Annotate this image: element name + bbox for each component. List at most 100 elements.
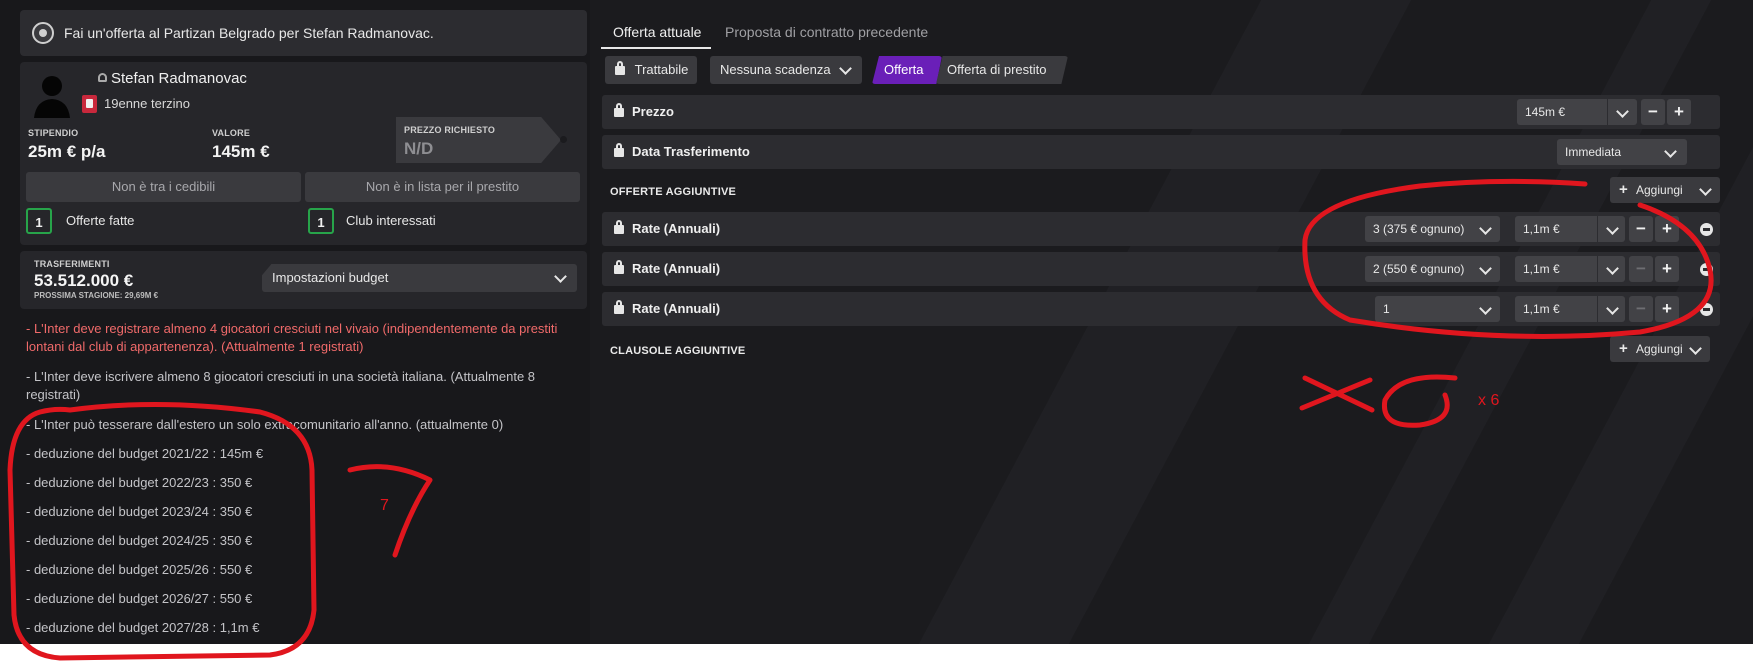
installment-amount-input[interactable]: 1,1m € xyxy=(1515,296,1625,322)
profile-icon xyxy=(98,73,107,82)
lock-icon xyxy=(614,300,624,314)
interested-count-badge: 1 xyxy=(308,208,334,234)
chevron-down-icon xyxy=(1689,342,1702,355)
installment-decrease-button[interactable]: − xyxy=(1629,256,1653,282)
club-crest-icon xyxy=(32,22,54,44)
installment-count-dropdown[interactable]: 3 (375 € ognuno) xyxy=(1365,216,1500,242)
installment-increase-button[interactable]: + xyxy=(1655,296,1679,322)
add-clause-button[interactable]: + Aggiungi xyxy=(1610,336,1710,362)
installment-amount-input[interactable]: 1,1m € xyxy=(1515,256,1625,282)
installment-label: Rate (Annuali) xyxy=(632,301,721,316)
asking-price-label: PREZZO RICHIESTO xyxy=(404,125,496,135)
tab-current-offer[interactable]: Offerta attuale xyxy=(613,24,701,40)
note-item: - deduzione del budget 2026/27 : 550 € xyxy=(26,591,253,606)
lock-icon xyxy=(614,143,624,157)
player-silhouette-icon xyxy=(34,76,70,118)
note-item: - deduzione del budget 2023/24 : 350 € xyxy=(26,504,253,519)
chevron-down-icon xyxy=(1664,145,1677,158)
budget-amount: 53.512.000 € xyxy=(34,271,134,290)
chevron-down-icon xyxy=(1606,302,1619,315)
installment-row: Rate (Annuali) 2 (550 € ognuno) 1,1m € −… xyxy=(602,252,1720,286)
loan-list-status[interactable]: Non è in lista per il prestito xyxy=(305,172,580,202)
transfer-date-label: Data Trasferimento xyxy=(632,144,750,159)
remove-installment-icon[interactable] xyxy=(1700,263,1713,276)
lock-icon xyxy=(615,61,625,75)
offers-label[interactable]: Offerte fatte xyxy=(66,213,134,228)
lock-icon xyxy=(614,103,624,117)
offer-type-loan[interactable]: Offerta di prestito xyxy=(936,56,1068,84)
budget-panel: TRASFERIMENTI 53.512.000 € PROSSIMA STAG… xyxy=(20,251,587,309)
transfer-list-status[interactable]: Non è tra i cedibili xyxy=(26,172,301,202)
chevron-down-icon xyxy=(554,270,567,283)
asking-price-box: PREZZO RICHIESTO N/D xyxy=(396,117,561,163)
chevron-down-icon xyxy=(1479,222,1492,235)
page-title: Fai un'offerta al Partizan Belgrado per … xyxy=(64,25,434,41)
transfer-date-row: Data Trasferimento Immediata xyxy=(602,135,1720,169)
offer-header: Fai un'offerta al Partizan Belgrado per … xyxy=(20,10,587,56)
nation-flag-icon xyxy=(82,95,97,113)
chevron-down-icon xyxy=(1699,183,1712,196)
deadline-dropdown[interactable]: Nessuna scadenza xyxy=(710,56,862,84)
note-item: - L'Inter può tesserare dall'estero un s… xyxy=(26,417,504,432)
chevron-down-icon xyxy=(1479,302,1492,315)
additional-offers-title: OFFERTE AGGIUNTIVE xyxy=(610,186,737,198)
note-item: - deduzione del budget 2022/23 : 350 € xyxy=(26,475,253,490)
chevron-down-icon xyxy=(1606,262,1619,275)
note-item: - L'Inter deve registrare almeno 4 gioca… xyxy=(26,321,558,354)
price-increase-button[interactable]: + xyxy=(1667,99,1691,125)
value-label: VALORE xyxy=(212,128,251,138)
price-row: Prezzo 145m € − + xyxy=(602,95,1720,129)
installment-decrease-button[interactable]: − xyxy=(1629,216,1653,242)
value-value: 145m € xyxy=(212,142,270,161)
note-item: - deduzione del budget 2021/22 : 145m € xyxy=(26,446,264,461)
chevron-down-icon xyxy=(839,62,852,75)
player-card: Stefan Radmanovac 19enne terzino STIPEND… xyxy=(20,62,587,245)
installment-label: Rate (Annuali) xyxy=(632,261,721,276)
transfer-offer-screen: Fai un'offerta al Partizan Belgrado per … xyxy=(0,0,1753,644)
transfer-date-dropdown[interactable]: Immediata xyxy=(1557,139,1687,165)
note-item: - L'Inter deve iscrivere almeno 8 giocat… xyxy=(26,369,536,402)
asking-price-value: N/D xyxy=(404,139,434,158)
chevron-down-icon xyxy=(1479,262,1492,275)
note-item: - deduzione del budget 2024/25 : 350 € xyxy=(26,533,253,548)
lock-icon xyxy=(614,220,624,234)
add-offer-button[interactable]: + Aggiungi xyxy=(1610,177,1720,203)
budget-label: TRASFERIMENTI xyxy=(34,259,110,269)
installment-count-dropdown[interactable]: 2 (550 € ognuno) xyxy=(1365,256,1500,282)
lock-icon xyxy=(614,260,624,274)
installment-count-dropdown[interactable]: 1 xyxy=(1375,296,1500,322)
chevron-down-icon xyxy=(1616,105,1629,118)
installment-increase-button[interactable]: + xyxy=(1655,216,1679,242)
offer-type-offer[interactable]: Offerta xyxy=(872,56,942,84)
offers-count-badge: 1 xyxy=(26,208,52,234)
negotiable-toggle[interactable]: Trattabile xyxy=(605,56,697,84)
left-column: Fai un'offerta al Partizan Belgrado per … xyxy=(0,0,590,644)
price-input[interactable]: 145m € xyxy=(1517,99,1637,125)
player-description: 19enne terzino xyxy=(104,96,191,111)
salary-value: 25m € p/a xyxy=(28,142,106,161)
chevron-down-icon xyxy=(1606,222,1619,235)
remove-installment-icon[interactable] xyxy=(1700,223,1713,236)
note-item: - deduzione del budget 2025/26 : 550 € xyxy=(26,562,253,577)
additional-clauses-title: CLAUSOLE AGGIUNTIVE xyxy=(610,345,746,357)
price-label: Prezzo xyxy=(632,104,674,119)
salary-label: STIPENDIO xyxy=(28,128,79,138)
installment-amount-input[interactable]: 1,1m € xyxy=(1515,216,1625,242)
budget-next-season: PROSSIMA STAGIONE: 29,69M € xyxy=(34,291,159,300)
installment-row: Rate (Annuali) 1 1,1m € − + xyxy=(602,292,1720,326)
interested-label[interactable]: Club interessati xyxy=(346,213,436,228)
tab-previous-proposal[interactable]: Proposta di contratto precedente xyxy=(725,24,928,40)
installment-label: Rate (Annuali) xyxy=(632,221,721,236)
budget-settings-dropdown[interactable]: Impostazioni budget xyxy=(262,264,577,292)
player-name[interactable]: Stefan Radmanovac xyxy=(98,70,247,87)
note-item: - deduzione del budget 2027/28 : 1,1m € xyxy=(26,620,260,635)
plus-icon: + xyxy=(1619,181,1628,198)
price-decrease-button[interactable]: − xyxy=(1641,99,1665,125)
installment-row: Rate (Annuali) 3 (375 € ognuno) 1,1m € −… xyxy=(602,212,1720,246)
installment-increase-button[interactable]: + xyxy=(1655,256,1679,282)
remove-installment-icon[interactable] xyxy=(1700,303,1713,316)
installment-decrease-button[interactable]: − xyxy=(1629,296,1653,322)
plus-icon: + xyxy=(1619,340,1628,357)
asking-price-dot xyxy=(560,136,567,143)
tab-active-underline xyxy=(601,47,711,49)
